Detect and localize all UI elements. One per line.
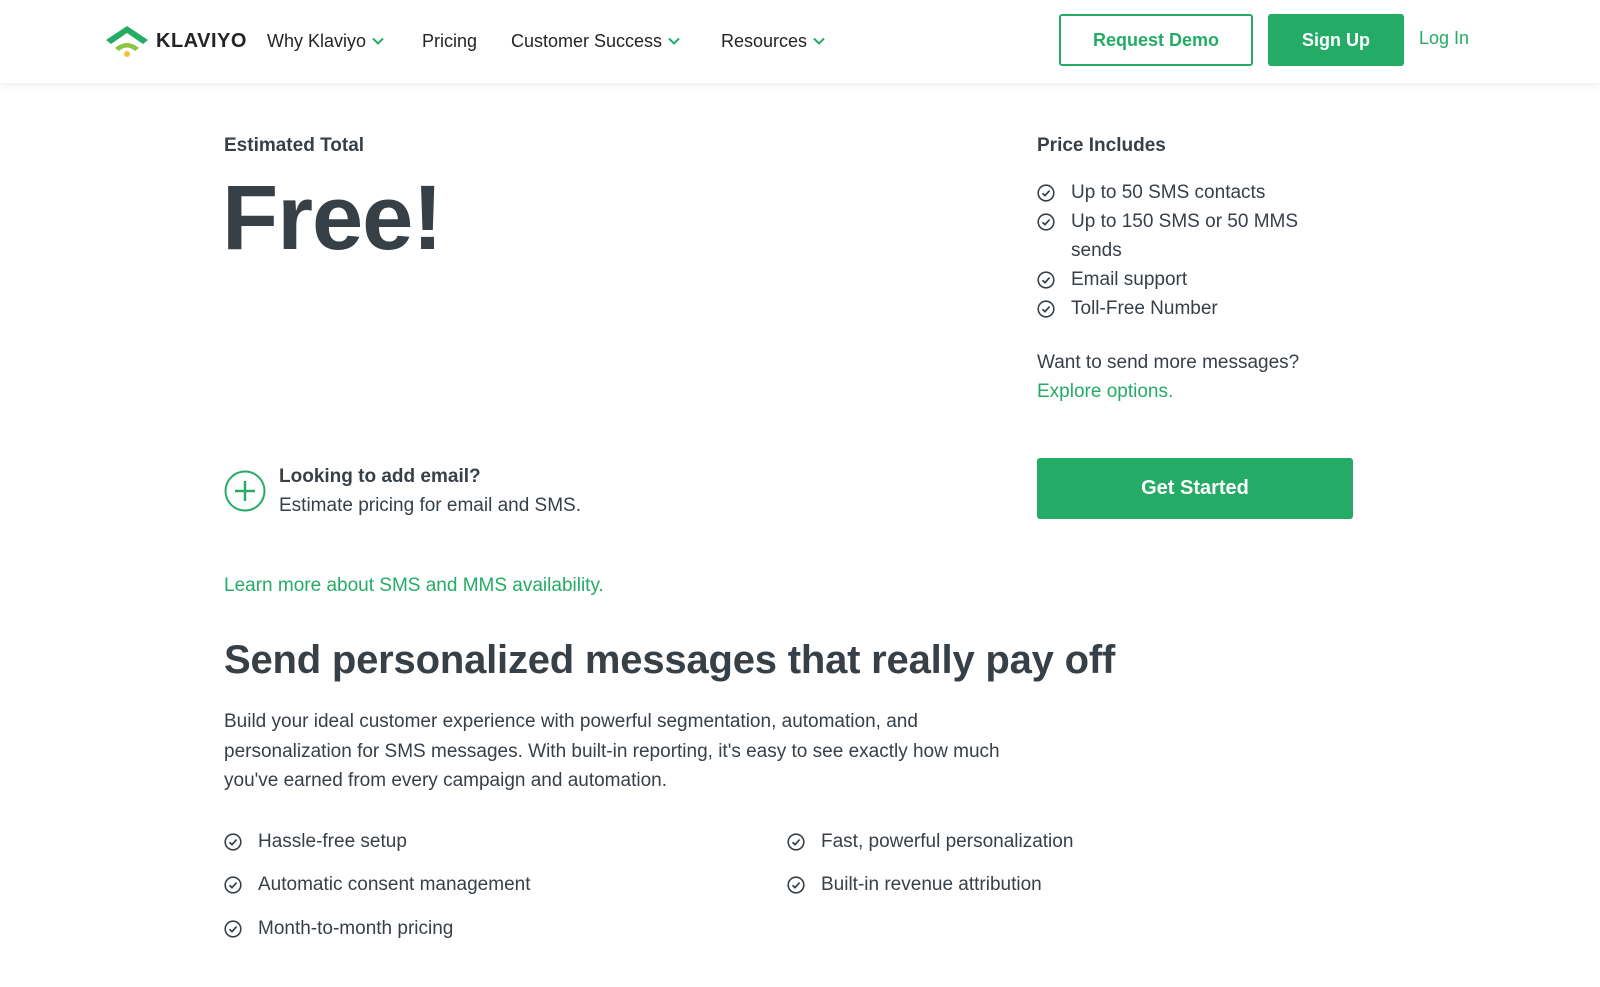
list-item: Up to 50 SMS contacts <box>1037 178 1357 207</box>
check-circle-icon <box>787 876 805 894</box>
feature-text: Built-in revenue attribution <box>821 874 1042 895</box>
chevron-down-icon <box>372 37 384 45</box>
add-email-title: Looking to add email? <box>279 466 481 487</box>
feature-item: Fast, powerful personalization <box>787 831 1073 853</box>
check-circle-icon <box>787 833 805 851</box>
nav-why-klaviyo-label: Why Klaviyo <box>267 30 367 51</box>
check-circle-icon <box>224 876 242 894</box>
nav-resources[interactable]: Resources <box>721 28 825 54</box>
klaviyo-logo-icon <box>106 26 148 57</box>
request-demo-button[interactable]: Request Demo <box>1059 14 1253 66</box>
feature-text: Automatic consent management <box>258 874 531 895</box>
check-circle-icon <box>1037 184 1055 202</box>
nav-customer-success[interactable]: Customer Success <box>511 28 680 54</box>
check-circle-icon <box>1037 213 1055 231</box>
log-in-link[interactable]: Log In <box>1419 28 1469 49</box>
add-email-text: Looking to add email? Estimate pricing f… <box>279 462 581 520</box>
add-email-toggle[interactable]: Looking to add email? Estimate pricing f… <box>224 462 581 520</box>
nav-pricing[interactable]: Pricing <box>422 28 477 54</box>
list-item: Toll-Free Number <box>1037 294 1357 323</box>
estimated-total-label: Estimated Total <box>224 135 365 156</box>
klaviyo-logo[interactable]: KLAVIYO <box>104 24 247 58</box>
feature-text: Fast, powerful personalization <box>821 831 1074 852</box>
include-item-text: Toll-Free Number <box>1071 298 1218 319</box>
price-includes-list: Up to 50 SMS contacts Up to 150 SMS or 5… <box>1037 178 1357 323</box>
explore-options-link[interactable]: Explore options. <box>1037 377 1173 406</box>
feature-item: Automatic consent management <box>224 874 531 896</box>
logo-text: KLAVIYO <box>156 29 247 52</box>
sign-up-button[interactable]: Sign Up <box>1268 14 1404 66</box>
get-started-button[interactable]: Get Started <box>1037 458 1353 519</box>
check-circle-icon <box>1037 300 1055 318</box>
check-circle-icon <box>224 920 242 938</box>
more-messages-question: Want to send more messages? <box>1037 352 1300 373</box>
include-item-text: Email support <box>1071 269 1188 290</box>
feature-item: Built-in revenue attribution <box>787 874 1042 896</box>
nav-customer-success-label: Customer Success <box>511 30 663 51</box>
estimated-total-value: Free! <box>222 167 443 269</box>
nav-pricing-label: Pricing <box>422 30 478 51</box>
feature-text: Hassle-free setup <box>258 831 407 852</box>
learn-more-link[interactable]: Learn more about SMS and MMS availabilit… <box>224 575 604 597</box>
section-headline: Send personalized messages that really p… <box>224 638 1116 682</box>
chevron-down-icon <box>813 37 825 45</box>
include-item-text: Up to 150 SMS or 50 MMS sends <box>1071 211 1299 261</box>
check-circle-icon <box>1037 271 1055 289</box>
list-item: Up to 150 SMS or 50 MMS sends <box>1037 207 1357 265</box>
plus-circle-icon <box>224 470 266 512</box>
nav-resources-label: Resources <box>721 30 808 51</box>
check-circle-icon <box>224 833 242 851</box>
feature-item: Hassle-free setup <box>224 831 407 853</box>
chevron-down-icon <box>668 37 680 45</box>
site-header: KLAVIYO Why Klaviyo Pricing Customer Suc… <box>0 0 1600 83</box>
nav-why-klaviyo[interactable]: Why Klaviyo <box>267 28 384 54</box>
list-item: Email support <box>1037 265 1357 294</box>
price-includes-title: Price Includes <box>1037 135 1166 156</box>
feature-text: Month-to-month pricing <box>258 918 454 939</box>
add-email-subtitle: Estimate pricing for email and SMS. <box>279 495 582 516</box>
section-paragraph: Build your ideal customer experience wit… <box>224 711 1000 791</box>
feature-item: Month-to-month pricing <box>224 918 453 940</box>
include-item-text: Up to 50 SMS contacts <box>1071 182 1266 203</box>
